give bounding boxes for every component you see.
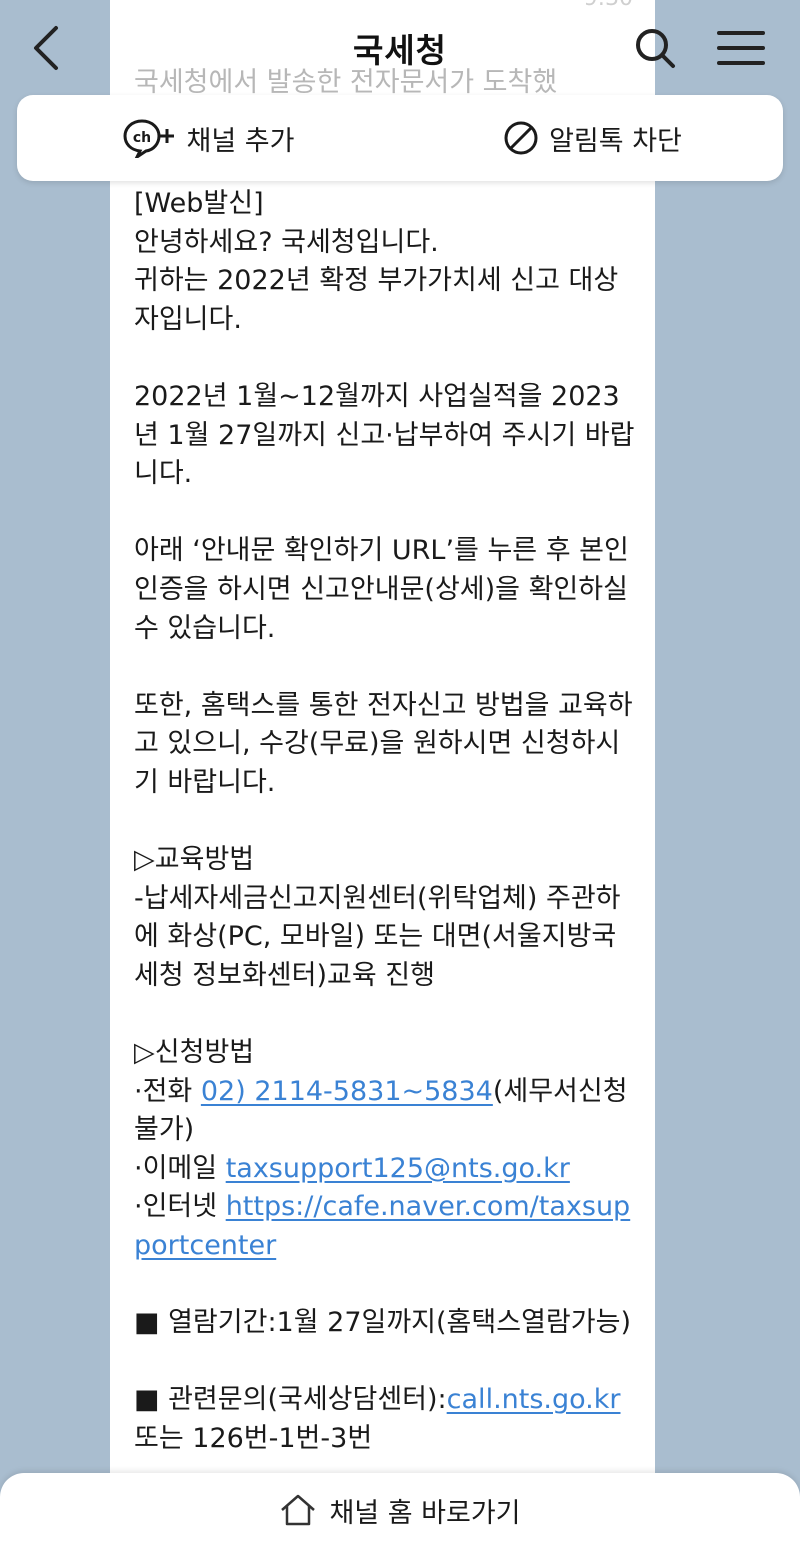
message-body: [Web발신] 안녕하세요? 국세청입니다. 귀하는 2022년 확정 부가가치… bbox=[134, 185, 639, 1459]
home-icon bbox=[281, 1494, 316, 1526]
message-text: ·인터넷 bbox=[134, 1191, 218, 1223]
channel-add-icon: ch bbox=[123, 119, 174, 158]
call-nts-link[interactable]: call.nts.go.kr bbox=[447, 1384, 621, 1415]
channel-action-card: ch 채널 추가 알림톡 차단 bbox=[17, 95, 783, 181]
back-button[interactable] bbox=[28, 22, 68, 74]
message-bubble: 9:30 국세청에서 발송한 전자문서가 도착했 [Web발신] 안녕하세요? … bbox=[110, 0, 655, 1547]
hamburger-menu-icon bbox=[717, 31, 765, 65]
block-notification-label: 알림톡 차단 bbox=[549, 125, 682, 157]
add-channel-label: 채널 추가 bbox=[186, 125, 295, 157]
search-icon bbox=[636, 29, 675, 68]
search-button[interactable] bbox=[630, 24, 680, 72]
page-title: 국세청 bbox=[352, 30, 448, 70]
menu-button[interactable] bbox=[716, 26, 766, 70]
channel-home-label: 채널 홈 바로가기 bbox=[329, 1497, 521, 1529]
block-icon bbox=[504, 121, 538, 155]
block-notification-button[interactable]: 알림톡 차단 bbox=[400, 95, 783, 181]
add-channel-button[interactable]: ch 채널 추가 bbox=[17, 95, 400, 181]
channel-home-button[interactable]: 채널 홈 바로가기 bbox=[0, 1473, 800, 1547]
chat-screen: 9:30 국세청에서 발송한 전자문서가 도착했 [Web발신] 안녕하세요? … bbox=[0, 0, 800, 1547]
phone-link[interactable]: 02) 2114-5831~5834 bbox=[201, 1076, 493, 1107]
svg-text:ch: ch bbox=[132, 130, 150, 146]
message-text: [Web발신] 안녕하세요? 국세청입니다. 귀하는 2022년 확정 부가가치… bbox=[134, 188, 635, 1107]
chevron-left-icon bbox=[34, 26, 58, 70]
top-app-bar: 국세청 bbox=[0, 0, 800, 95]
email-link[interactable]: taxsupport125@nts.go.kr bbox=[226, 1153, 570, 1184]
